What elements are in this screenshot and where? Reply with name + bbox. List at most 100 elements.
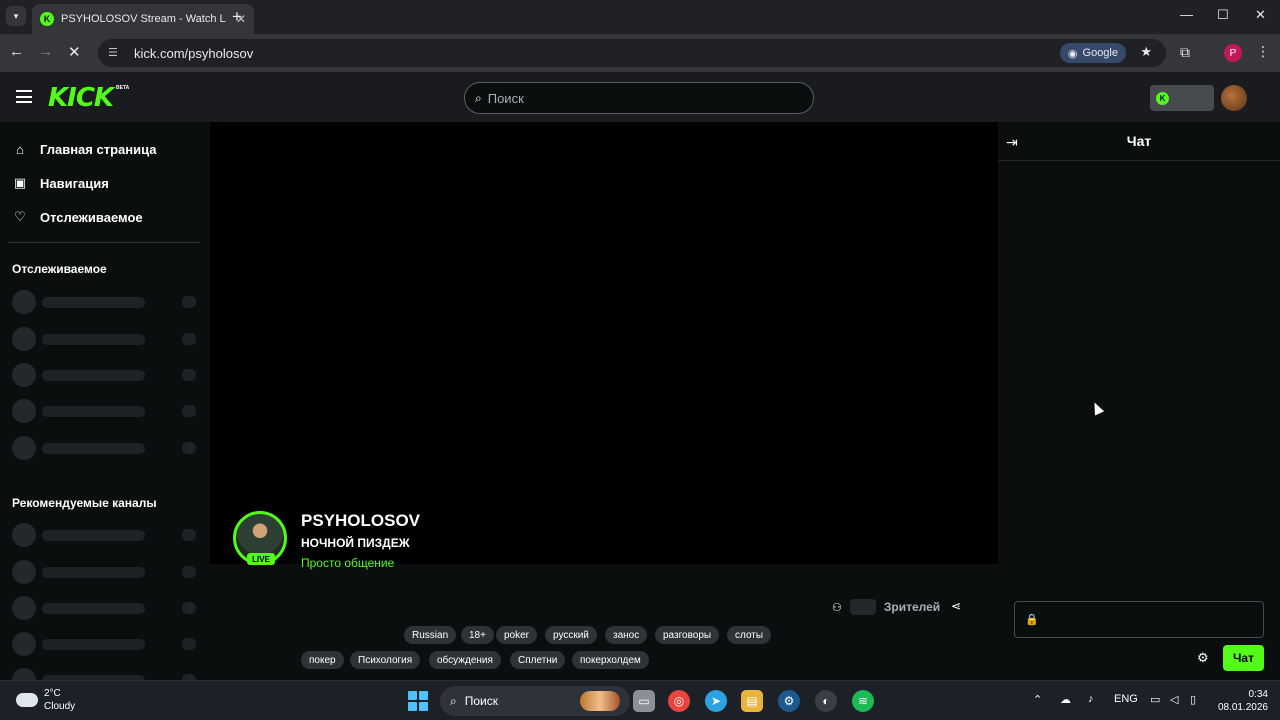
recommended-heading: Рекомендуемые каналы — [12, 496, 157, 510]
heart-icon: ♡ — [14, 209, 26, 224]
chat-settings-icon[interactable]: ⚙ — [1197, 650, 1209, 666]
stream-tag[interactable]: Сплетни — [510, 651, 566, 669]
windows-start-icon[interactable] — [408, 691, 428, 711]
stream-tag[interactable]: слоты — [727, 626, 772, 644]
kick-coin-icon: K — [1156, 91, 1169, 105]
weather-widget[interactable]: 2°C Cloudy — [16, 687, 75, 713]
channel-skeleton — [12, 399, 196, 423]
profile-avatar[interactable]: P — [1224, 44, 1242, 62]
cloud-sync-icon[interactable]: ☁ — [1060, 693, 1071, 706]
maximize-button[interactable]: ☐ — [1217, 7, 1229, 23]
network-icon[interactable]: ▭ — [1150, 693, 1160, 706]
volume-icon[interactable]: ◁ — [1170, 693, 1178, 706]
search-icon: ⌕ — [475, 90, 482, 105]
steam-icon[interactable]: ⚙ — [778, 690, 800, 712]
taskbar-search[interactable]: ⌕ Поиск — [440, 686, 630, 716]
weather-desc: Cloudy — [44, 701, 76, 712]
channel-skeleton — [12, 560, 196, 584]
battery-icon[interactable]: ▯ — [1190, 693, 1196, 706]
stream-tag[interactable]: Психология — [350, 651, 421, 669]
lens-label: Google — [1082, 47, 1118, 59]
extensions-icon[interactable]: ⧉ — [1180, 44, 1190, 61]
hamburger-menu-icon[interactable] — [16, 90, 32, 103]
chat-send-button[interactable]: Чат — [1223, 645, 1264, 671]
chat-header: ⇥ Чат — [998, 122, 1280, 161]
lock-icon: 🔒 — [1025, 614, 1039, 626]
sidebar-divider — [8, 242, 200, 243]
minimize-button[interactable]: — — [1180, 7, 1193, 22]
viewers-label: Зрителей — [883, 600, 941, 614]
live-badge: LIVE — [247, 553, 275, 565]
search-box[interactable]: ⌕ — [464, 82, 814, 114]
browser-menu-icon[interactable]: ⋮ — [1256, 43, 1270, 60]
beta-badge: BETA — [116, 85, 130, 91]
viewer-count: ⚇ Зрителей — [832, 599, 940, 615]
clock-time: 0:34 — [1248, 689, 1268, 700]
search-highlight-image — [580, 691, 620, 711]
system-clock[interactable]: 0:34 08.01.2026 — [1212, 688, 1268, 714]
stream-tag[interactable]: покерхолдем — [572, 651, 649, 669]
cloud-icon — [16, 693, 38, 707]
stop-loading-button[interactable]: ✕ — [68, 43, 81, 61]
sidebar-item-browse[interactable]: ▣ Навигация — [12, 175, 109, 191]
stream-tag[interactable]: покер — [301, 651, 344, 669]
following-heading: Отслеживаемое — [12, 262, 107, 276]
kicks-balance-button[interactable]: K — [1150, 85, 1214, 111]
browser-tab[interactable]: K PSYHOLOSOV Stream - Watch L ✕ — [32, 4, 254, 34]
file-explorer-icon[interactable]: ▤ — [741, 690, 763, 712]
chat-panel: ⇥ Чат 🔒 ⚙ Чат — [998, 122, 1280, 680]
kick-logo[interactable]: KICK — [48, 83, 114, 113]
telegram-icon[interactable]: ➤ — [705, 690, 727, 712]
share-icon[interactable]: ⋖ — [951, 599, 961, 613]
top-navigation: KICK BETA ⌕ K — [0, 72, 1280, 122]
stream-tag[interactable]: занос — [605, 626, 648, 644]
microphone-icon[interactable]: ♪ — [1088, 693, 1094, 705]
stream-tag[interactable]: русский — [545, 626, 597, 644]
stream-title: НОЧНОЙ ПИЗДЕЖ — [301, 536, 410, 550]
channel-skeleton — [12, 596, 196, 620]
spotify-icon[interactable]: ≋ — [852, 690, 874, 712]
stream-category[interactable]: Просто общение — [301, 556, 394, 570]
new-tab-button[interactable]: + — [232, 7, 242, 27]
site-info-icon[interactable]: ☰ — [108, 46, 122, 60]
viewers-icon: ⚇ — [832, 601, 842, 614]
task-view-icon[interactable]: ▭ — [633, 690, 655, 712]
chrome-icon[interactable]: ◎ — [668, 690, 690, 712]
video-player[interactable] — [210, 122, 998, 564]
bookmark-star-icon[interactable]: ★ — [1140, 44, 1152, 60]
user-avatar[interactable] — [1221, 85, 1247, 111]
chat-message-input[interactable]: 🔒 — [1014, 601, 1264, 638]
stream-tag[interactable]: Russian — [404, 626, 457, 644]
stream-tag[interactable]: обсуждения — [429, 651, 501, 669]
stream-tag[interactable]: разговоры — [655, 626, 720, 644]
sidebar-item-following[interactable]: ♡ Отслеживаемое — [12, 209, 142, 225]
stream-tag[interactable]: poker — [496, 626, 538, 644]
show-hidden-icons-icon[interactable]: ⌃ — [1033, 693, 1042, 706]
sidebar: ⌂ Главная страница ▣ Навигация ♡ Отслежи… — [0, 122, 210, 680]
lens-icon: ◉ — [1067, 47, 1078, 60]
weather-temp: 2°C — [44, 688, 61, 699]
stream-tag[interactable]: 18+ — [461, 626, 494, 644]
forward-button[interactable]: → — [38, 43, 53, 60]
sidebar-item-label: Главная страница — [40, 142, 157, 157]
language-indicator[interactable]: ENG — [1114, 693, 1138, 705]
taskbar-search-label: Поиск — [464, 694, 498, 708]
channel-skeleton — [12, 632, 196, 656]
close-window-button[interactable]: ✕ — [1255, 7, 1266, 23]
channel-skeleton — [12, 290, 196, 314]
sidebar-item-home[interactable]: ⌂ Главная страница — [12, 142, 156, 157]
search-input[interactable] — [487, 90, 788, 106]
back-button[interactable]: ← — [9, 43, 24, 60]
channel-skeleton — [12, 436, 196, 460]
app-icon[interactable]: ◐ — [815, 690, 837, 712]
search-icon: ⌕ — [450, 693, 457, 708]
channel-skeleton — [12, 327, 196, 351]
kick-favicon-icon: K — [40, 12, 54, 26]
google-lens-button[interactable]: ◉ Google — [1059, 43, 1126, 63]
tab-search-button[interactable]: ▾ — [6, 6, 26, 26]
viewer-count-placeholder — [849, 599, 876, 615]
address-bar[interactable]: ☰ kick.com/psyholosov ◉ Google ★ — [98, 39, 1166, 67]
channel-skeleton — [12, 668, 196, 680]
clock-date: 08.01.2026 — [1217, 702, 1268, 713]
streamer-name[interactable]: PSYHOLOSOV — [301, 511, 420, 531]
